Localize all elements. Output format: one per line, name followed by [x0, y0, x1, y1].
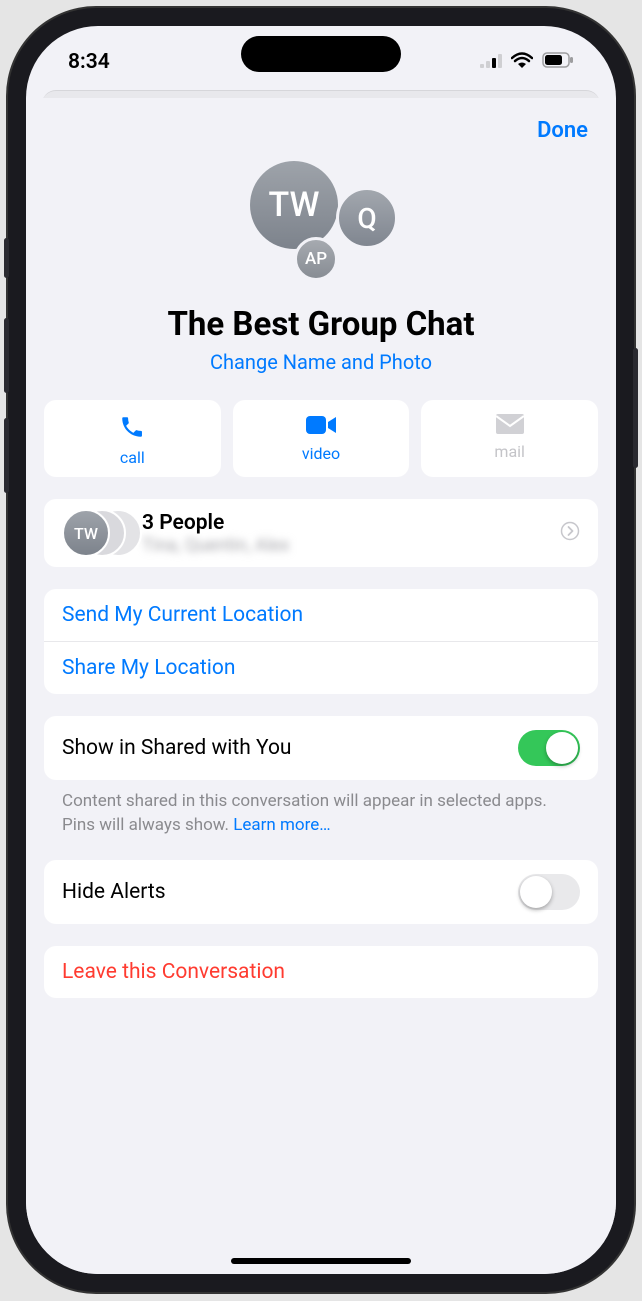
wifi-icon [511, 50, 533, 74]
hide-alerts-row: Hide Alerts [44, 860, 598, 924]
status-bar: 8:34 [26, 26, 616, 90]
stacked-avatars: TW [62, 509, 132, 557]
group-avatar-cluster[interactable]: TW Q AP [236, 155, 406, 295]
group-title: The Best Group Chat [44, 305, 598, 344]
hide-alerts-label: Hide Alerts [62, 880, 166, 904]
phone-icon [119, 414, 145, 444]
details-sheet: Done TW Q AP The Best Group Chat Change … [26, 98, 616, 1274]
cellular-icon [480, 50, 502, 74]
chevron-right-icon [560, 521, 580, 545]
shared-with-you-note: Content shared in this conversation will… [44, 780, 598, 838]
people-names: Tina, Quentin, Alex [142, 535, 560, 556]
people-count: 3 People [142, 511, 560, 535]
share-location-row[interactable]: Share My Location [44, 642, 598, 694]
people-row[interactable]: TW 3 People Tina, Quentin, Alex [44, 499, 598, 567]
change-name-photo-link[interactable]: Change Name and Photo [44, 350, 598, 374]
shared-with-you-toggle[interactable] [518, 730, 580, 766]
screen: 8:34 Done TW Q AP [26, 26, 616, 1274]
status-time: 8:34 [68, 50, 110, 74]
video-icon [306, 414, 336, 440]
send-location-row[interactable]: Send My Current Location [44, 589, 598, 642]
leave-conversation-row[interactable]: Leave this Conversation [44, 946, 598, 998]
call-label: call [120, 448, 145, 467]
done-button[interactable]: Done [537, 118, 588, 143]
call-button[interactable]: call [44, 400, 221, 477]
avatar-large: TW [250, 161, 338, 249]
shared-with-you-label: Show in Shared with You [62, 736, 292, 760]
video-button[interactable]: video [233, 400, 410, 477]
shared-with-you-row: Show in Shared with You [44, 716, 598, 780]
avatar-small: AP [294, 237, 338, 281]
video-label: video [302, 444, 340, 463]
battery-icon [542, 50, 574, 74]
mail-label: mail [494, 442, 525, 461]
mail-icon [496, 414, 524, 438]
home-indicator[interactable] [231, 1258, 411, 1264]
avatar-medium: Q [336, 187, 398, 249]
mail-button: mail [421, 400, 598, 477]
hide-alerts-toggle[interactable] [518, 874, 580, 910]
learn-more-link[interactable]: Learn more… [233, 815, 330, 835]
phone-frame: 8:34 Done TW Q AP [8, 8, 634, 1292]
